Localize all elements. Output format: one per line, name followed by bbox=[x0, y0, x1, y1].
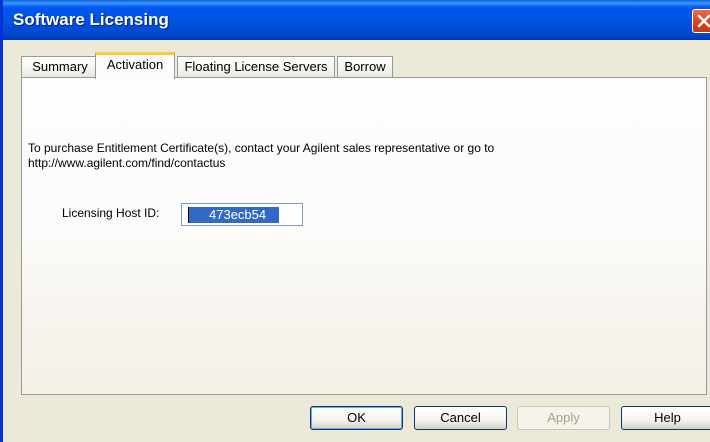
host-id-field[interactable]: 473ecb54 bbox=[181, 203, 303, 226]
cancel-button[interactable]: Cancel bbox=[414, 406, 507, 430]
purchase-info-text: To purchase Entitlement Certificate(s), … bbox=[28, 141, 495, 155]
contact-url-text: http://www.agilent.com/find/contactus bbox=[28, 156, 226, 170]
help-button[interactable]: Help bbox=[621, 406, 710, 430]
host-id-label: Licensing Host ID: bbox=[62, 206, 160, 220]
tab-borrow[interactable]: Borrow bbox=[337, 56, 393, 78]
tab-summary[interactable]: Summary bbox=[21, 56, 99, 78]
software-licensing-dialog: Software Licensing Summary Floating Lice… bbox=[0, 0, 710, 442]
tab-strip: Summary Floating License Servers Borrow … bbox=[13, 52, 703, 79]
apply-button[interactable]: Apply bbox=[517, 406, 610, 430]
host-id-value: 473ecb54 bbox=[189, 207, 279, 223]
ok-button[interactable]: OK bbox=[310, 406, 403, 430]
title-bar[interactable]: Software Licensing bbox=[3, 0, 710, 40]
close-icon bbox=[697, 14, 710, 28]
window-title: Software Licensing bbox=[13, 10, 169, 29]
tab-activation[interactable]: Activation bbox=[95, 52, 175, 79]
close-button[interactable] bbox=[692, 9, 710, 33]
tab-floating-license-servers[interactable]: Floating License Servers bbox=[177, 56, 335, 78]
activation-panel: To purchase Entitlement Certificate(s), … bbox=[21, 77, 707, 395]
